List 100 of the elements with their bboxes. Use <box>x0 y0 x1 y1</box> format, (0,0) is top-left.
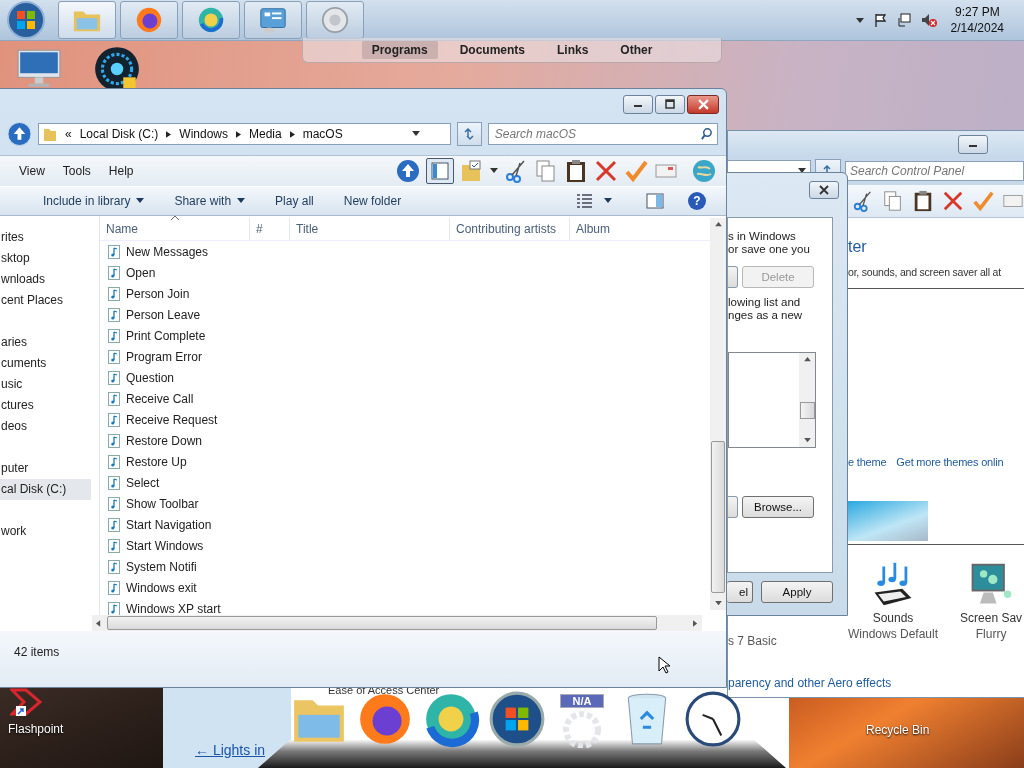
launcher-tab[interactable]: Other <box>610 41 663 59</box>
file-name[interactable]: Program Error <box>126 349 202 364</box>
nav-item[interactable]: puter <box>0 458 99 479</box>
file-name[interactable]: Person Join <box>126 286 190 301</box>
nav-item[interactable]: aries <box>0 332 99 353</box>
dropdown-caret-icon[interactable] <box>490 168 498 174</box>
nav-item[interactable]: wnloads <box>0 269 99 290</box>
launcher-tab[interactable]: Documents <box>449 41 535 59</box>
close-button[interactable] <box>687 94 719 114</box>
column-header[interactable]: Contributing artists <box>450 218 570 240</box>
search-field[interactable]: Search Control Panel <box>845 161 1024 181</box>
taskbar-button[interactable] <box>120 1 178 39</box>
browse-button[interactable]: Browse... <box>742 496 814 518</box>
scroll-up-arrow-icon[interactable] <box>803 357 811 362</box>
search-icon[interactable] <box>700 127 713 140</box>
file-name[interactable]: System Notifi <box>126 559 197 574</box>
close-button[interactable] <box>809 181 839 199</box>
file-name[interactable]: Restore Down <box>126 433 203 448</box>
launcher-tab[interactable]: Programs <box>361 41 438 59</box>
pane-toggle-button[interactable] <box>426 158 454 184</box>
nav-item[interactable]: deos <box>0 416 99 437</box>
file-name[interactable]: Start Windows <box>126 538 204 553</box>
file-name[interactable]: Select <box>126 475 160 490</box>
checkmark-icon[interactable] <box>624 159 648 183</box>
clipboard-icon[interactable] <box>912 189 934 213</box>
file-name[interactable]: Restore Up <box>126 454 187 469</box>
nav-item[interactable]: usic <box>0 374 99 395</box>
nav-item[interactable]: work <box>0 521 99 542</box>
vertical-scrollbar[interactable] <box>710 218 726 610</box>
file-name[interactable]: Question <box>126 370 175 385</box>
file-name[interactable]: Show Toolbar <box>126 496 199 511</box>
file-name[interactable]: Receive Call <box>126 391 194 406</box>
breadcrumb-arrow-icon[interactable] <box>166 130 172 138</box>
folder-check-icon[interactable] <box>460 159 484 183</box>
refresh-button[interactable] <box>456 122 482 146</box>
horizontal-scrollbar[interactable] <box>92 615 702 631</box>
cancel-button[interactable]: el <box>727 581 753 603</box>
breadcrumb-arrow-icon[interactable] <box>236 130 241 138</box>
command-button[interactable]: New folder <box>343 194 402 208</box>
search-field[interactable]: Search macOS <box>487 123 718 145</box>
aero-settings-link[interactable]: parency and other Aero effects <box>728 676 892 690</box>
cut-off-button[interactable] <box>728 496 738 518</box>
view-options-icon[interactable] <box>576 193 594 209</box>
scroll-down-arrow-icon[interactable] <box>714 601 722 606</box>
file-name[interactable]: Windows XP start <box>126 601 221 616</box>
menu-item[interactable]: Help <box>102 164 140 178</box>
desktop-icon-label[interactable]: Flashpoint <box>4 722 68 736</box>
breadcrumb-item[interactable]: macOS <box>302 127 343 141</box>
scrollbar[interactable] <box>799 353 815 447</box>
taskbar-button[interactable] <box>244 1 302 39</box>
file-name[interactable]: Print Complete <box>126 328 206 343</box>
scroll-right-arrow-icon[interactable] <box>693 619 698 627</box>
minimize-button[interactable] <box>958 134 988 154</box>
breadcrumb-arrow-icon[interactable] <box>289 130 295 138</box>
dropdown-caret-icon[interactable] <box>604 198 612 204</box>
file-name[interactable]: Start Navigation <box>126 517 212 532</box>
show-hidden-icons-icon[interactable] <box>854 15 865 25</box>
scroll-down-arrow-icon[interactable] <box>803 438 811 443</box>
command-button[interactable]: Include in library <box>43 194 145 208</box>
setting-title[interactable]: Sounds <box>872 611 914 625</box>
minimize-button[interactable] <box>623 94 653 114</box>
file-name[interactable]: Windows exit <box>126 580 197 595</box>
scroll-left-arrow-icon[interactable] <box>96 619 101 627</box>
nav-item[interactable]: sktop <box>0 248 99 269</box>
column-header[interactable]: Album <box>570 218 695 240</box>
clipboard-icon[interactable] <box>564 159 588 183</box>
nav-item[interactable]: cuments <box>0 353 99 374</box>
flag-icon[interactable] <box>872 12 889 28</box>
copy-icon[interactable] <box>882 189 904 213</box>
back-link[interactable]: ← Lights in <box>195 742 266 758</box>
column-header[interactable]: # <box>250 218 290 240</box>
list-box[interactable] <box>728 352 816 448</box>
theme-link[interactable]: Get more themes onlin <box>896 456 1004 468</box>
nav-item[interactable]: cent Places <box>0 290 99 311</box>
start-button[interactable] <box>6 0 46 40</box>
checkmark-icon[interactable] <box>972 189 994 213</box>
muted-speaker-icon[interactable] <box>920 12 937 28</box>
scissors-icon[interactable] <box>504 159 528 183</box>
preview-pane-icon[interactable] <box>646 193 664 209</box>
address-bar[interactable]: « Local Disk (C:) Windows Media macOS <box>37 123 451 145</box>
globe-icon[interactable] <box>692 159 716 183</box>
delete-x-icon[interactable] <box>942 189 964 213</box>
nav-item[interactable]: cal Disk (C:) <box>0 479 91 500</box>
setting-title[interactable]: Screen Sav <box>960 611 1023 625</box>
file-name[interactable]: Receive Request <box>126 412 218 427</box>
breadcrumb-item[interactable]: Local Disk (C:) <box>79 127 159 141</box>
cut-off-button[interactable] <box>728 266 738 288</box>
scroll-thumb[interactable] <box>107 616 657 630</box>
nav-item[interactable]: rites <box>0 227 99 248</box>
apply-button[interactable]: Apply <box>761 581 833 603</box>
column-header[interactable]: Name <box>100 218 250 240</box>
nav-item[interactable]: ctures <box>0 395 99 416</box>
launcher-tab[interactable]: Links <box>547 41 599 59</box>
menu-item[interactable]: Tools <box>56 164 97 178</box>
taskbar-button[interactable] <box>182 1 240 39</box>
help-button[interactable]: ? <box>688 192 706 210</box>
up-arrow-button[interactable] <box>7 121 32 147</box>
file-name[interactable]: Person Leave <box>126 307 201 322</box>
menu-item[interactable]: View <box>13 164 51 178</box>
dropdown-caret-icon[interactable] <box>798 168 806 174</box>
